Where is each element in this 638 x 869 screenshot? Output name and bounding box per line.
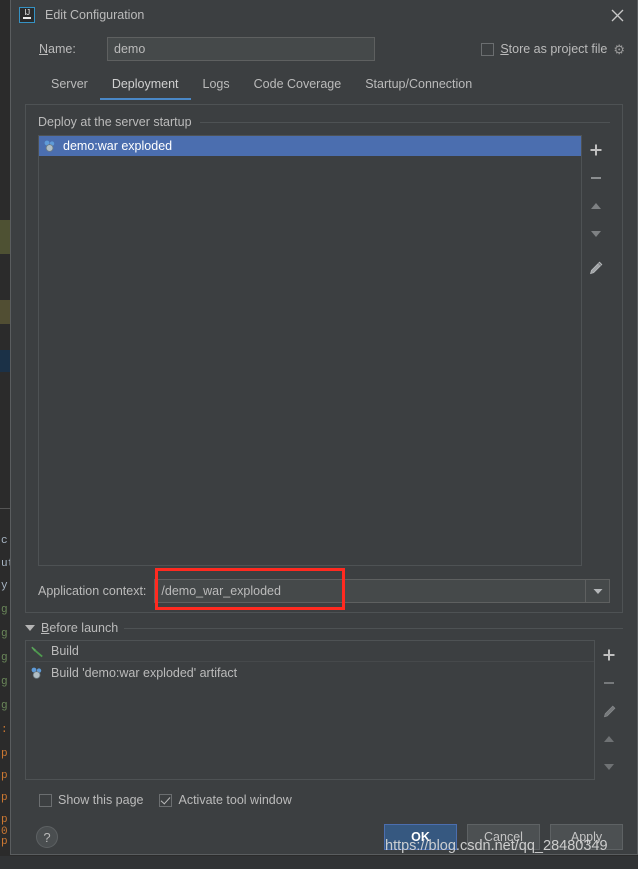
move-down-button[interactable] [583, 221, 609, 247]
edit-task-button[interactable] [596, 698, 622, 724]
move-up-button[interactable] [583, 193, 609, 219]
watermark: https://blog.csdn.net/qq_28480349 [385, 838, 608, 854]
deploy-section-header: Deploy at the server startup [38, 115, 610, 129]
footer-options: Show this page Activate tool window [39, 790, 623, 810]
remove-task-button[interactable] [596, 670, 622, 696]
deployment-panel: Deploy at the server startup demo:war ex… [25, 104, 623, 613]
help-button[interactable]: ? [36, 826, 58, 848]
before-launch-divider [124, 627, 623, 629]
artifact-icon [44, 140, 55, 152]
show-this-page-option[interactable]: Show this page [39, 793, 143, 807]
deploy-list[interactable]: demo:war exploded [38, 135, 582, 566]
background-code-fragment: p [1, 770, 8, 782]
header-divider [199, 121, 610, 123]
deploy-toolbar [582, 135, 610, 566]
artifact-icon [31, 667, 42, 679]
before-launch-area: Build Build 'demo:war exploded' artifact [25, 640, 623, 780]
add-button[interactable] [583, 137, 609, 163]
close-icon[interactable] [603, 2, 631, 28]
background-code-fragment: g [1, 700, 8, 712]
application-context-input[interactable] [155, 580, 585, 602]
screen: c ut y g g g g g: p p p p p 0 IJ Edit Configuration N… [0, 0, 638, 869]
activate-tool-window-label: Activate tool window [178, 793, 292, 807]
application-context-combo[interactable] [154, 579, 610, 603]
triangle-down-icon[interactable] [25, 625, 35, 631]
deploy-area: demo:war exploded [38, 135, 610, 566]
before-launch-item-label: Build [51, 644, 79, 658]
dialog-titlebar: IJ Edit Configuration [11, 0, 637, 30]
background-code-fragment: g [1, 628, 8, 640]
background-code-fragment: c [1, 535, 8, 547]
add-task-button[interactable] [596, 642, 622, 668]
before-launch-header[interactable]: Before launch [25, 621, 623, 635]
ide-status-bar [0, 855, 638, 869]
background-code-fragment: g [1, 652, 8, 664]
background-code-fragment: p [1, 792, 8, 804]
tab-server[interactable]: Server [39, 77, 100, 100]
activate-tool-window-checkbox[interactable] [159, 793, 173, 807]
store-as-project-file-checkbox[interactable] [481, 42, 495, 56]
dialog-title: Edit Configuration [45, 8, 145, 22]
background-code-fragment: 0 [1, 826, 8, 838]
chevron-down-icon[interactable] [585, 580, 609, 602]
before-launch-item-build[interactable]: Build [26, 641, 594, 662]
tab-deployment[interactable]: Deployment [99, 77, 191, 100]
deploy-item-label: demo:war exploded [63, 139, 173, 153]
edit-configuration-dialog: IJ Edit Configuration Name: Store as pro… [10, 0, 638, 855]
before-launch-list[interactable]: Build Build 'demo:war exploded' artifact [25, 640, 595, 780]
intellij-idea-icon: IJ [19, 7, 35, 23]
before-launch-section: Before launch Build Build 'demo:war expl… [25, 621, 623, 780]
show-this-page-label: Show this page [58, 793, 144, 807]
tab-startup-connection[interactable]: Startup/Connection [353, 77, 484, 100]
tab-bar: Server Deployment Logs Code Coverage Sta… [11, 70, 637, 100]
background-code-fragment: g [1, 676, 8, 688]
name-input[interactable] [107, 37, 375, 61]
application-context-label: Application context: [38, 584, 147, 598]
before-launch-item-artifact[interactable]: Build 'demo:war exploded' artifact [26, 662, 594, 683]
background-code-fragment: p [1, 748, 8, 760]
task-move-down-button[interactable] [596, 754, 622, 780]
task-move-up-button[interactable] [596, 726, 622, 752]
tab-logs[interactable]: Logs [191, 77, 242, 100]
background-code-fragment: g [1, 604, 8, 616]
background-code-fragment: p [1, 814, 8, 826]
tab-code-coverage[interactable]: Code Coverage [242, 77, 354, 100]
before-launch-toolbar [595, 640, 623, 780]
edit-button[interactable] [583, 255, 609, 281]
remove-button[interactable] [583, 165, 609, 191]
hammer-icon [31, 646, 43, 658]
activate-tool-window-option[interactable]: Activate tool window [159, 793, 292, 807]
deploy-section-title: Deploy at the server startup [38, 115, 192, 129]
gear-icon[interactable]: ⚙ [613, 43, 625, 56]
application-context-row: Application context: [38, 568, 610, 610]
store-as-project-file-row[interactable]: Store as project file ⚙ [481, 42, 625, 56]
before-launch-item-label: Build 'demo:war exploded' artifact [51, 665, 238, 680]
store-as-project-file-label: Store as project file [500, 42, 608, 56]
background-code-fragment: : [1, 724, 8, 736]
name-row: Name: Store as project file ⚙ [11, 30, 637, 64]
show-this-page-checkbox[interactable] [39, 793, 52, 807]
name-label: Name: [39, 42, 76, 56]
background-code-fragment: y [1, 580, 8, 592]
before-launch-title: Before launch [41, 621, 119, 635]
deploy-list-item[interactable]: demo:war exploded [39, 136, 581, 156]
